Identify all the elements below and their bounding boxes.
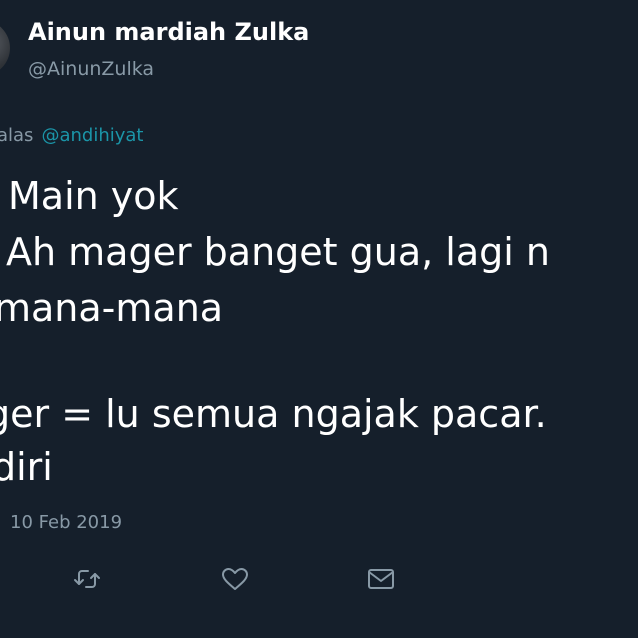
tweet-text-line: ger = lu semua ngajak pacar. <box>0 392 547 436</box>
reply-context: alas @andihiyat <box>0 125 143 146</box>
tweet-card: Ainun mardiah Zulka @AinunZulka alas @and… <box>0 0 640 640</box>
like-button[interactable] <box>220 566 250 592</box>
tweet-text-line: Main yok <box>8 174 179 218</box>
tweet-text-line: diri <box>0 445 53 489</box>
avatar[interactable] <box>0 20 10 76</box>
direct-message-button[interactable] <box>366 566 396 592</box>
retweet-button[interactable] <box>72 566 102 592</box>
envelope-icon <box>368 569 394 589</box>
author-display-name[interactable]: Ainun mardiah Zulka <box>28 18 309 46</box>
reply-mention-link[interactable]: @andihiyat <box>41 125 143 146</box>
reply-prefix: alas <box>0 125 34 146</box>
author-handle[interactable]: @AinunZulka <box>28 58 154 80</box>
tweet-text-line: mana-mana <box>0 286 224 330</box>
heart-icon <box>222 568 248 590</box>
tweet-timestamp[interactable]: 10 Feb 2019 <box>10 512 122 533</box>
retweet-icon <box>74 570 100 588</box>
tweet-text-line: Ah mager banget gua, lagi n <box>6 230 550 274</box>
